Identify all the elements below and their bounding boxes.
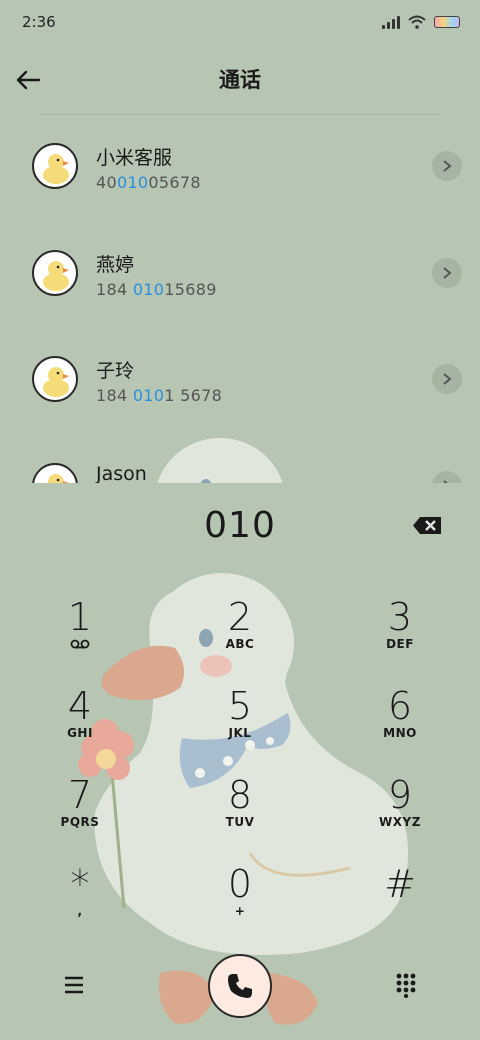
- duck-avatar: [32, 356, 78, 402]
- key-digit: 0: [227, 862, 253, 906]
- number-part: 184: [96, 386, 133, 405]
- contact-detail-button[interactable]: [432, 258, 462, 288]
- menu-button[interactable]: [50, 961, 98, 1009]
- chevron-right-icon: [443, 267, 452, 279]
- key-6[interactable]: 6 MNO: [340, 684, 460, 764]
- list-item[interactable]: 燕婷 184 01015689: [0, 222, 480, 328]
- contact-detail-button[interactable]: [432, 364, 462, 394]
- voicemail-icon: [70, 639, 90, 649]
- number-part: 15689: [164, 280, 217, 299]
- key-0[interactable]: 0 +: [180, 862, 300, 942]
- key-2[interactable]: 2 ABC: [180, 595, 300, 675]
- status-time: 2:36: [22, 13, 56, 31]
- number-match: 010: [132, 386, 165, 405]
- backspace-icon: [413, 517, 441, 534]
- status-bar: 2:36: [0, 0, 480, 44]
- key-4[interactable]: 4 GHI: [20, 684, 140, 764]
- duck-avatar: [32, 143, 78, 189]
- key-8[interactable]: 8 TUV: [180, 773, 300, 853]
- contact-number: 4001005678: [96, 173, 201, 192]
- key-letters: PQRS: [60, 815, 100, 829]
- dialed-number: 010: [204, 505, 276, 546]
- key-digit: 6: [387, 684, 413, 728]
- duck-avatar: [32, 463, 78, 483]
- number-part: 1 5678: [164, 386, 223, 405]
- battery-icon: [434, 16, 460, 28]
- back-arrow-icon: [16, 70, 41, 90]
- key-digit: 2: [227, 595, 253, 639]
- list-item[interactable]: Jason: [0, 435, 480, 483]
- key-digit: 3: [387, 595, 413, 639]
- key-1[interactable]: 1: [20, 595, 140, 675]
- key-digit: 8: [227, 773, 253, 817]
- call-button[interactable]: [208, 954, 272, 1018]
- list-item[interactable]: 子玲 184 0101 5678: [0, 328, 480, 434]
- key-letters: TUV: [225, 815, 255, 829]
- key-letters: MNO: [383, 726, 417, 740]
- key-digit: 9: [387, 773, 413, 817]
- number-part: 184: [96, 280, 133, 299]
- contact-list[interactable]: 小米客服 4001005678 燕婷 184 01015689 子玲 184 0…: [0, 115, 480, 483]
- key-3[interactable]: 3 DEF: [340, 595, 460, 675]
- contact-name: Jason: [96, 463, 147, 483]
- contact-detail-button[interactable]: [432, 471, 462, 483]
- phone-icon: [228, 974, 252, 998]
- signal-icon: [382, 15, 400, 29]
- key-digit: 1: [67, 595, 93, 639]
- key-star[interactable]: * ,: [20, 862, 140, 942]
- number-part: 05678: [148, 173, 201, 192]
- wifi-icon: [408, 15, 426, 29]
- contact-number: 184 0101 5678: [96, 386, 222, 405]
- key-letters: ABC: [225, 637, 255, 651]
- key-digit: 5: [227, 684, 253, 728]
- key-letters: JKL: [228, 726, 252, 740]
- key-5[interactable]: 5 JKL: [180, 684, 300, 764]
- key-digit: #: [384, 862, 416, 906]
- key-letters: GHI: [67, 726, 93, 740]
- key-letters: ,: [77, 904, 83, 918]
- key-digit: *: [70, 862, 90, 906]
- number-match: 010: [116, 173, 149, 192]
- chevron-right-icon: [443, 160, 452, 172]
- key-9[interactable]: 9 WXYZ: [340, 773, 460, 853]
- key-letters: WXYZ: [379, 815, 421, 829]
- key-digit: 7: [67, 773, 93, 817]
- contact-number: 184 01015689: [96, 280, 217, 299]
- status-icons: [382, 15, 460, 29]
- key-letters: +: [234, 904, 246, 918]
- contact-name: 子玲: [96, 360, 135, 382]
- menu-icon: [65, 976, 83, 994]
- key-hash[interactable]: #: [340, 862, 460, 942]
- chevron-right-icon: [443, 373, 452, 385]
- dialpad-panel: 010 1 2 ABC 3 DEF 4 GHI 5 JKL 6 MNO 7 PQ…: [0, 483, 480, 1040]
- key-digit: 4: [67, 684, 93, 728]
- keypad-toggle-button[interactable]: [382, 961, 430, 1009]
- list-item[interactable]: 小米客服 4001005678: [0, 115, 480, 221]
- header: 通话: [0, 56, 480, 102]
- contact-name: 小米客服: [96, 147, 173, 169]
- backspace-button[interactable]: [410, 513, 444, 539]
- dialpad-grid-icon: [396, 973, 416, 998]
- number-match: 010: [132, 280, 165, 299]
- duck-avatar: [32, 250, 78, 296]
- key-7[interactable]: 7 PQRS: [20, 773, 140, 853]
- key-letters: DEF: [386, 637, 414, 651]
- contact-detail-button[interactable]: [432, 151, 462, 181]
- page-title: 通话: [219, 68, 261, 92]
- back-button[interactable]: [8, 60, 48, 100]
- number-part: 40: [96, 173, 117, 192]
- contact-name: 燕婷: [96, 254, 135, 276]
